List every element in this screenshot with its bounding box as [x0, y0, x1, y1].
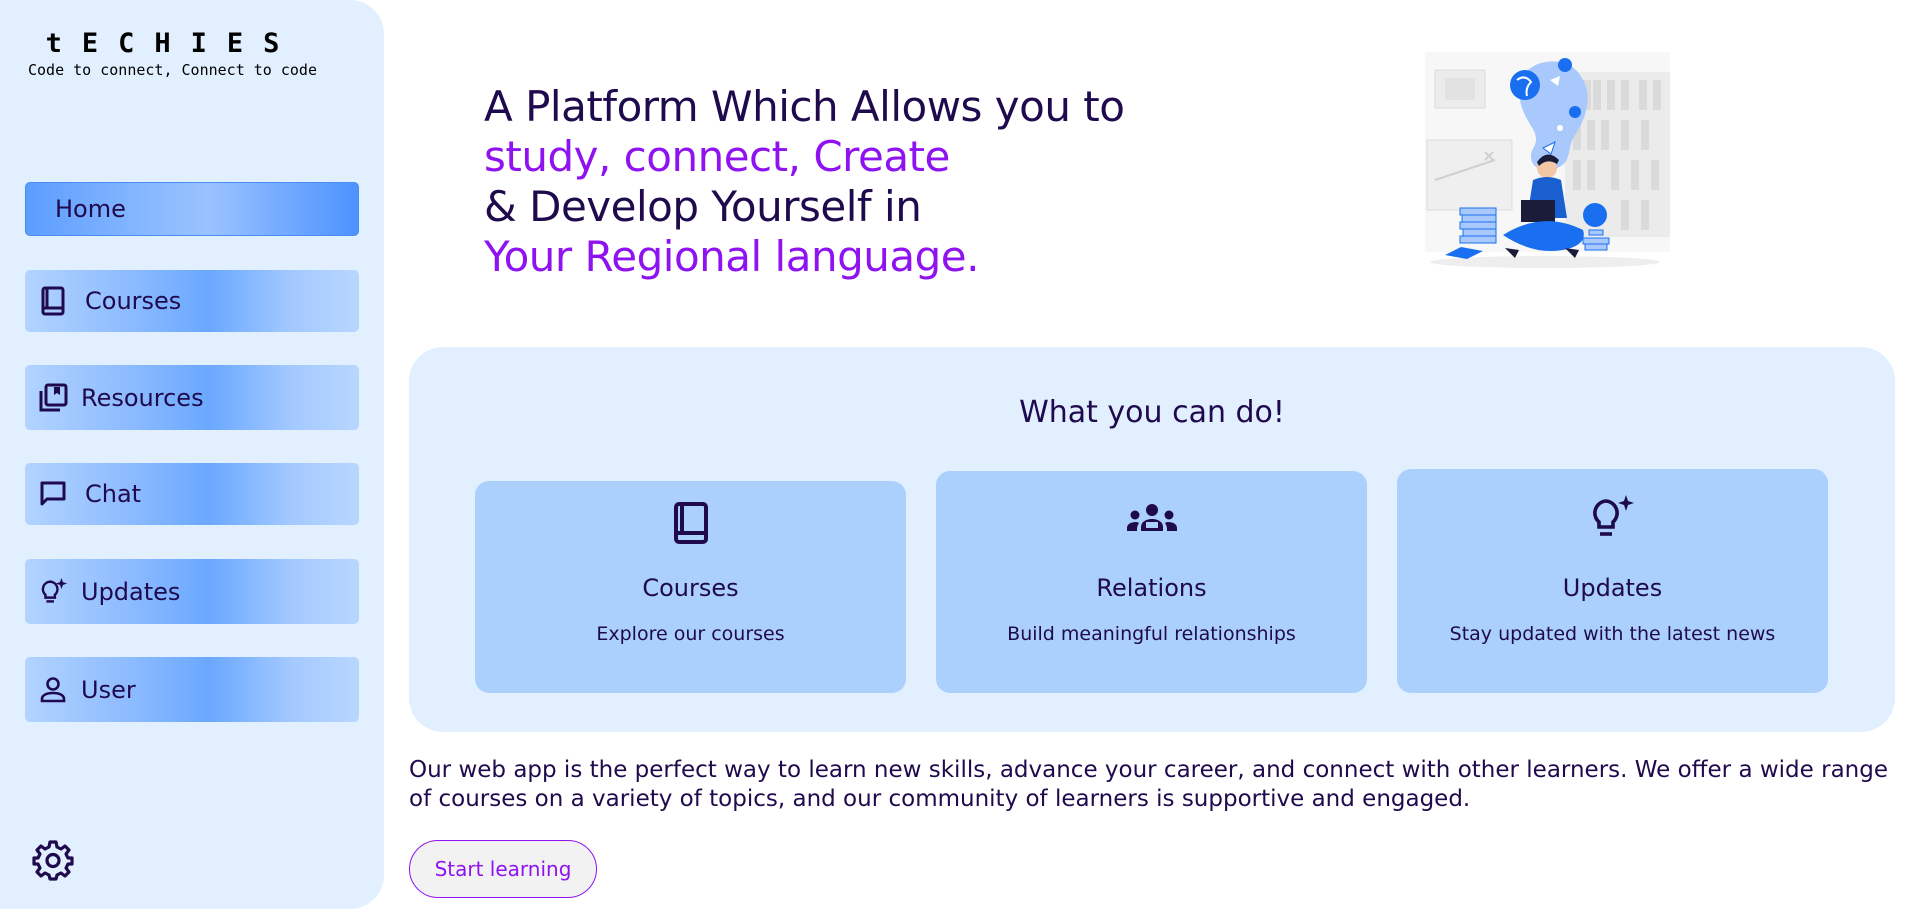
sidebar-item-label: Home — [55, 195, 126, 223]
features-panel: What you can do! Courses Explore our cou… — [409, 347, 1895, 732]
card-description: Stay updated with the latest news — [1449, 623, 1776, 645]
sidebar-item-label: Updates — [81, 577, 181, 606]
lightbulb-sparkle-icon — [37, 576, 69, 608]
hero-line: study, connect, Create — [484, 132, 950, 181]
start-learning-button[interactable]: Start learning — [409, 840, 597, 898]
hero-line: & Develop Yourself in — [484, 182, 922, 231]
sidebar-item-courses[interactable]: Courses — [25, 270, 359, 332]
sidebar-item-home[interactable]: Home — [25, 182, 359, 236]
book-icon — [37, 285, 69, 317]
sidebar: tECHIES Code to connect, Connect to code… — [0, 0, 384, 909]
card-title: Courses — [642, 574, 739, 602]
hero-illustration — [1425, 50, 1680, 275]
book-icon — [475, 501, 906, 545]
brand-title: tECHIES — [45, 28, 300, 59]
brand-tagline: Code to connect, Connect to code — [28, 61, 317, 79]
hero-line: Your Regional language. — [484, 232, 979, 281]
groups-icon — [936, 503, 1367, 533]
hero-line: A Platform Which Allows you to — [484, 82, 1125, 131]
sidebar-item-chat[interactable]: Chat — [25, 463, 359, 525]
library-books-icon — [37, 382, 69, 414]
card-title: Relations — [1096, 574, 1207, 602]
gear-icon[interactable] — [32, 839, 74, 881]
sidebar-item-label: Courses — [85, 287, 182, 315]
sidebar-item-label: Chat — [85, 480, 142, 508]
chat-bubble-icon — [37, 478, 69, 510]
sidebar-item-label: User — [81, 675, 136, 704]
feature-card-relations[interactable]: Relations Build meaningful relationships — [936, 471, 1367, 693]
intro-paragraph: Our web app is the perfect way to learn … — [409, 757, 1888, 812]
features-title: What you can do! — [1019, 395, 1285, 430]
card-description: Explore our courses — [596, 623, 785, 645]
hero-heading: A Platform Which Allows you to study, co… — [484, 82, 1125, 282]
sidebar-item-updates[interactable]: Updates — [25, 559, 359, 624]
sidebar-item-user[interactable]: User — [25, 657, 359, 722]
feature-card-courses[interactable]: Courses Explore our courses — [475, 481, 906, 693]
sidebar-item-resources[interactable]: Resources — [25, 365, 359, 430]
card-description: Build meaningful relationships — [1007, 623, 1296, 645]
card-title: Updates — [1562, 574, 1663, 602]
person-icon — [37, 674, 69, 706]
lightbulb-sparkle-icon — [1397, 493, 1828, 543]
feature-card-updates[interactable]: Updates Stay updated with the latest new… — [1397, 469, 1828, 693]
sidebar-item-label: Resources — [81, 383, 204, 412]
